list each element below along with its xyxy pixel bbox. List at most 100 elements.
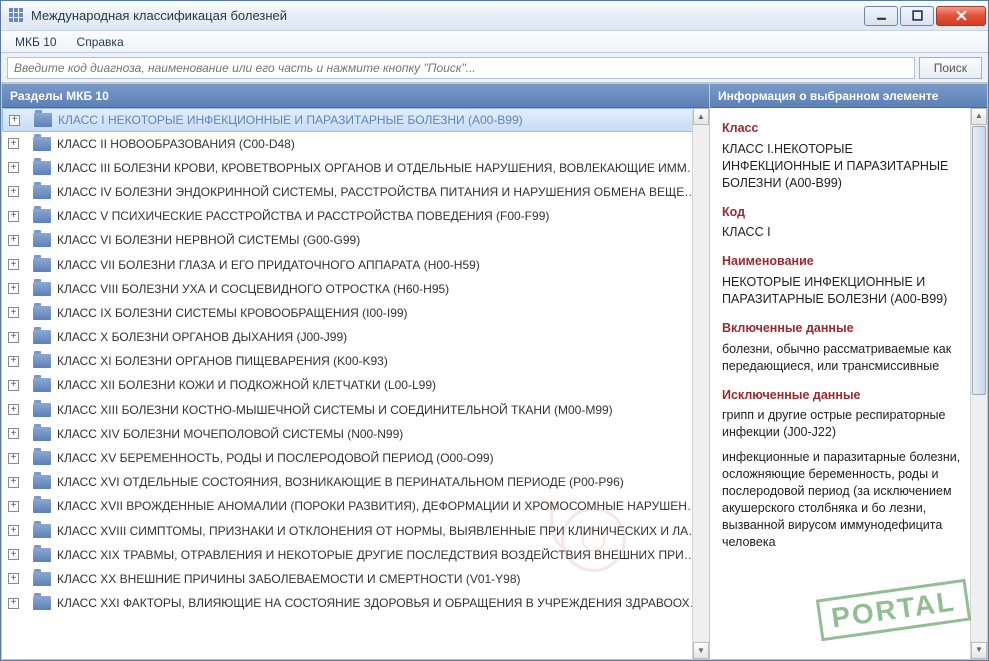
tree-row[interactable]: + КЛАСС V ПСИХИЧЕСКИЕ РАССТРОЙСТВА И РАСС… (2, 205, 709, 229)
tree-label: КЛАСС I НЕКОТОРЫЕ ИНФЕКЦИОННЫЕ И ПАРАЗИТ… (58, 113, 523, 127)
tree: + КЛАСС I НЕКОТОРЫЕ ИНФЕКЦИОННЫЕ И ПАРАЗИ… (2, 108, 709, 659)
scroll-up-icon[interactable]: ▲ (971, 108, 987, 125)
tree-row[interactable]: + КЛАСС XVI ОТДЕЛЬНЫЕ СОСТОЯНИЯ, ВОЗНИКАЮ… (2, 471, 709, 495)
scroll-thumb[interactable] (972, 126, 986, 395)
expand-icon[interactable]: + (8, 598, 19, 609)
search-button[interactable]: Поиск (919, 57, 982, 79)
folder-icon (33, 354, 51, 368)
menu-help[interactable]: Справка (67, 33, 134, 51)
folder-icon (33, 427, 51, 441)
tree-label: КЛАСС V ПСИХИЧЕСКИЕ РАССТРОЙСТВА И РАССТ… (57, 209, 549, 223)
expand-icon[interactable]: + (8, 259, 19, 270)
tree-label: КЛАСС XII БОЛЕЗНИ КОЖИ И ПОДКОЖНОЙ КЛЕТЧ… (57, 378, 436, 392)
app-icon (9, 8, 25, 24)
tree-label: КЛАСС XVIII СИМПТОМЫ, ПРИЗНАКИ И ОТКЛОНЕ… (57, 524, 703, 538)
tree-row[interactable]: + КЛАСС XIII БОЛЕЗНИ КОСТНО-МЫШЕЧНОЙ СИСТ… (2, 398, 709, 422)
folder-icon (33, 378, 51, 392)
expand-icon[interactable]: + (8, 211, 19, 222)
tree-row[interactable]: +КЛАСС VII БОЛЕЗНИ ГЛАЗА И ЕГО ПРИДАТОЧН… (2, 253, 709, 277)
tree-row[interactable]: +КЛАСС IX БОЛЕЗНИ СИСТЕМЫ КРОВООБРАЩЕНИЯ… (2, 301, 709, 325)
window-controls (862, 6, 986, 26)
tree-scrollbar[interactable]: ▲ ▼ (692, 108, 709, 659)
tree-label: КЛАСС XIV БОЛЕЗНИ МОЧЕПОЛОВОЙ СИСТЕМЫ (N… (57, 427, 403, 441)
tree-row[interactable]: + КЛАСС I НЕКОТОРЫЕ ИНФЕКЦИОННЫЕ И ПАРАЗИ… (2, 108, 709, 132)
scroll-track[interactable] (971, 125, 987, 642)
info-excluded-value2: инфекционные и паразитарные болезни, осл… (722, 449, 963, 550)
menu-mkb10[interactable]: МКБ 10 (5, 33, 67, 51)
expand-icon[interactable]: + (8, 380, 19, 391)
expand-icon[interactable]: + (8, 356, 19, 367)
expand-icon[interactable]: + (9, 115, 20, 126)
tree-row[interactable]: +КЛАСС XI БОЛЕЗНИ ОРГАНОВ ПИЩЕВАРЕНИЯ (K… (2, 350, 709, 374)
content: Разделы МКБ 10 +КЛАСС I НЕКОТОРЫЕ ИНФЕКЦ… (1, 83, 988, 660)
info-name-value: НЕКОТОРЫЕ ИНФЕКЦИОННЫЕ И ПАРАЗИТАРНЫЕ БО… (722, 274, 963, 308)
menubar: МКБ 10 Справка (1, 31, 988, 53)
tree-row[interactable]: +КЛАСС VI БОЛЕЗНИ НЕРВНОЙ СИСТЕМЫ (G00-G… (2, 229, 709, 253)
folder-icon (33, 475, 51, 489)
folder-icon (34, 113, 52, 127)
tree-row[interactable]: +КЛАСС XX ВНЕШНИЕ ПРИЧИНЫ ЗАБОЛЕВАЕМОСТИ… (2, 567, 709, 591)
folder-icon (33, 233, 51, 247)
expand-icon[interactable]: + (8, 283, 19, 294)
info-excluded-value1: грипп и другие острые респираторные инфе… (722, 407, 963, 441)
expand-icon[interactable]: + (8, 186, 19, 197)
info-excluded-heading: Исключенные данные (722, 387, 963, 404)
tree-row[interactable]: + КЛАСС XIV БОЛЕЗНИ МОЧЕПОЛОВОЙ СИСТЕМЫ (… (2, 422, 709, 446)
tree-label: КЛАСС X БОЛЕЗНИ ОРГАНОВ ДЫХАНИЯ (J00-J99… (57, 330, 347, 344)
folder-icon (33, 258, 51, 272)
expand-icon[interactable]: + (8, 404, 19, 415)
tree-label: КЛАСС XIII БОЛЕЗНИ КОСТНО-МЫШЕЧНОЙ СИСТЕ… (57, 403, 613, 417)
tree-row[interactable]: +КЛАСС XV БЕРЕМЕННОСТЬ, РОДЫ И ПОСЛЕРОДО… (2, 446, 709, 470)
expand-icon[interactable]: + (8, 453, 19, 464)
folder-icon (33, 403, 51, 417)
tree-label: КЛАСС II НОВООБРАЗОВАНИЯ (C00-D48) (57, 137, 295, 151)
window-title: Международная классификацая болезней (31, 8, 862, 23)
left-panel: Разделы МКБ 10 +КЛАСС I НЕКОТОРЫЕ ИНФЕКЦ… (2, 84, 710, 659)
info-class-heading: Класс (722, 120, 963, 137)
expand-icon[interactable]: + (8, 332, 19, 343)
tree-label: КЛАСС XXI ФАКТОРЫ, ВЛИЯЮЩИЕ НА СОСТОЯНИЕ… (57, 596, 703, 610)
scroll-up-icon[interactable]: ▲ (693, 108, 709, 125)
expand-icon[interactable]: + (8, 307, 19, 318)
expand-icon[interactable]: + (8, 501, 19, 512)
scroll-down-icon[interactable]: ▼ (971, 642, 987, 659)
folder-icon (33, 306, 51, 320)
tree-row[interactable]: + КЛАСС XVII ВРОЖДЕННЫЕ АНОМАЛИИ (ПОРОКИ … (2, 495, 709, 519)
info-included-heading: Включенные данные (722, 320, 963, 337)
tree-row[interactable]: + КЛАСС XXI ФАКТОРЫ, ВЛИЯЮЩИЕ НА СОСТОЯНИ… (2, 592, 709, 616)
tree-row[interactable]: + КЛАСС XII БОЛЕЗНИ КОЖИ И ПОДКОЖНОЙ КЛЕТ… (2, 374, 709, 398)
searchbar: Поиск (1, 53, 988, 83)
tree-row[interactable]: + КЛАСС X БОЛЕЗНИ ОРГАНОВ ДЫХАНИЯ (J00-J9… (2, 326, 709, 350)
tree-label: КЛАСС III БОЛЕЗНИ КРОВИ, КРОВЕТВОРНЫХ ОР… (57, 161, 703, 175)
scroll-down-icon[interactable]: ▼ (693, 642, 709, 659)
expand-icon[interactable]: + (8, 549, 19, 560)
tree-label: КЛАСС IV БОЛЕЗНИ ЭНДОКРИННОЙ СИСТЕМЫ, РА… (57, 185, 703, 199)
expand-icon[interactable]: + (8, 162, 19, 173)
tree-row[interactable]: + КЛАСС XVIII СИМПТОМЫ, ПРИЗНАКИ И ОТКЛОН… (2, 519, 709, 543)
folder-icon (33, 137, 51, 151)
info-content: Класс КЛАСС I.НЕКОТОРЫЕ ИНФЕКЦИОННЫЕ И П… (710, 108, 987, 659)
tree-row[interactable]: + КЛАСС III БОЛЕЗНИ КРОВИ, КРОВЕТВОРНЫХ О… (2, 156, 709, 180)
expand-icon[interactable]: + (8, 477, 19, 488)
tree-row[interactable]: +КЛАСС VIII БОЛЕЗНИ УХА И СОСЦЕВИДНОГО О… (2, 277, 709, 301)
tree-row[interactable]: + КЛАСС IV БОЛЕЗНИ ЭНДОКРИННОЙ СИСТЕМЫ, Р… (2, 180, 709, 204)
minimize-button[interactable] (864, 6, 898, 26)
folder-icon (33, 209, 51, 223)
expand-icon[interactable]: + (8, 428, 19, 439)
right-panel-header: Информация о выбранном элементе (710, 84, 987, 108)
expand-icon[interactable]: + (8, 235, 19, 246)
tree-label: КЛАСС XVI ОТДЕЛЬНЫЕ СОСТОЯНИЯ, ВОЗНИКАЮЩ… (57, 475, 624, 489)
maximize-button[interactable] (900, 6, 934, 26)
expand-icon[interactable]: + (8, 138, 19, 149)
search-input[interactable] (7, 57, 915, 79)
tree-label: КЛАСС XVII ВРОЖДЕННЫЕ АНОМАЛИИ (ПОРОКИ Р… (57, 499, 703, 513)
tree-row[interactable]: + КЛАСС II НОВООБРАЗОВАНИЯ (C00-D48) (2, 132, 709, 156)
info-scrollbar[interactable]: ▲ ▼ (970, 108, 987, 659)
scroll-track[interactable] (693, 125, 709, 642)
folder-icon (33, 282, 51, 296)
expand-icon[interactable]: + (8, 573, 19, 584)
folder-icon (33, 161, 51, 175)
expand-icon[interactable]: + (8, 525, 19, 536)
tree-row[interactable]: +КЛАСС XIX ТРАВМЫ, ОТРАВЛЕНИЯ И НЕКОТОРЫ… (2, 543, 709, 567)
close-button[interactable] (936, 6, 986, 26)
